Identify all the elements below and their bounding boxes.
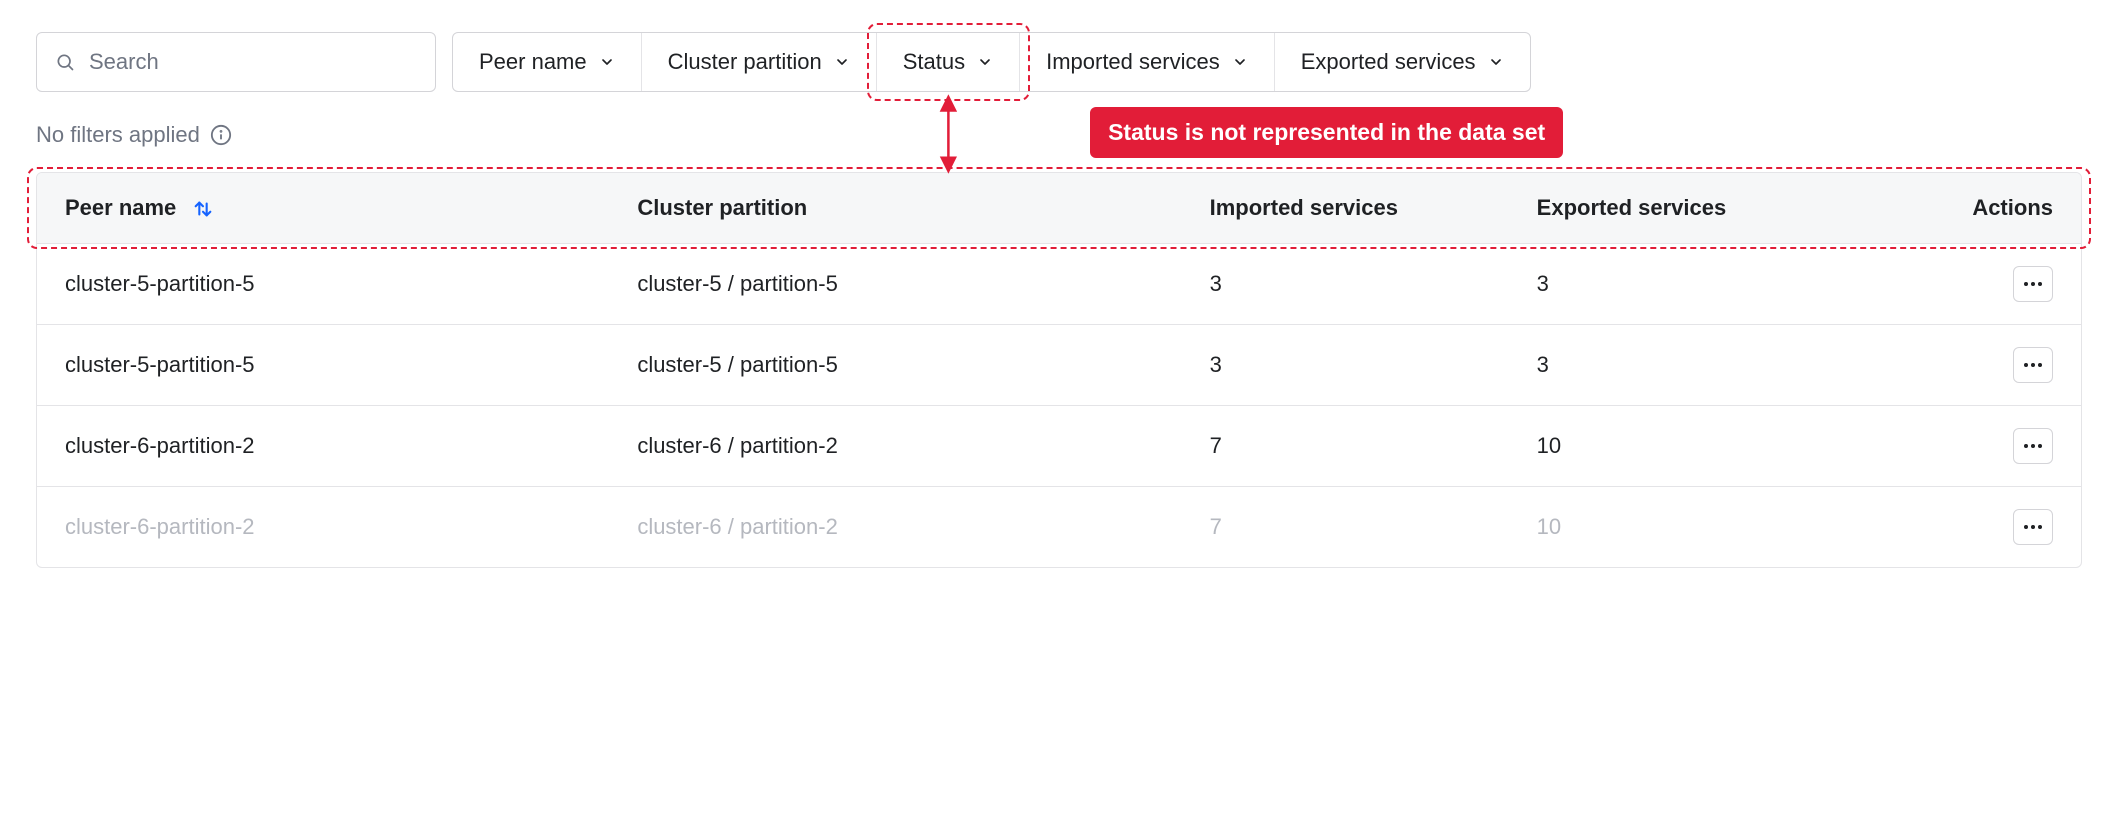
cell-peer-name: cluster-6-partition-2 [37, 486, 609, 567]
filter-status[interactable]: Status [877, 33, 1020, 91]
column-header-actions: Actions [1877, 173, 2081, 243]
cell-cluster-partition: cluster-6 / partition-2 [609, 405, 1181, 486]
cell-cluster-partition: cluster-5 / partition-5 [609, 324, 1181, 405]
filter-exported-services[interactable]: Exported services [1275, 33, 1530, 91]
column-header-exported[interactable]: Exported services [1509, 173, 1877, 243]
column-header-imported[interactable]: Imported services [1182, 173, 1509, 243]
chevron-down-icon [1488, 54, 1504, 70]
cell-peer-name: cluster-5-partition-5 [37, 324, 609, 405]
search-icon [55, 52, 75, 72]
more-horizontal-icon [2023, 281, 2043, 287]
cell-imported: 7 [1182, 486, 1509, 567]
cell-actions [1877, 243, 2081, 324]
filter-label: Imported services [1046, 49, 1220, 75]
filter-label: Status [903, 49, 965, 75]
search-input[interactable] [87, 48, 417, 76]
chevron-down-icon [1232, 54, 1248, 70]
row-actions-button[interactable] [2013, 509, 2053, 545]
filter-peer-name[interactable]: Peer name [453, 33, 642, 91]
table-row: cluster-6-partition-2cluster-6 / partiti… [37, 486, 2081, 567]
info-icon[interactable] [210, 124, 232, 146]
column-header-cluster-partition[interactable]: Cluster partition [609, 173, 1181, 243]
sort-arrows-icon [192, 198, 214, 220]
filter-dropdowns: Peer name Cluster partition Status Impor… [452, 32, 1531, 92]
filter-bar: Peer name Cluster partition Status Impor… [36, 32, 2082, 92]
table-row: cluster-5-partition-5cluster-5 / partiti… [37, 243, 2081, 324]
column-header-peer-name[interactable]: Peer name [37, 173, 609, 243]
more-horizontal-icon [2023, 524, 2043, 530]
cell-exported: 3 [1509, 243, 1877, 324]
cell-exported: 3 [1509, 324, 1877, 405]
cell-actions [1877, 324, 2081, 405]
cell-imported: 3 [1182, 324, 1509, 405]
table-row: cluster-5-partition-5cluster-5 / partiti… [37, 324, 2081, 405]
filter-cluster-partition[interactable]: Cluster partition [642, 33, 877, 91]
row-actions-button[interactable] [2013, 347, 2053, 383]
filter-status-line: No filters applied [36, 122, 2082, 148]
cell-actions [1877, 405, 2081, 486]
cell-imported: 7 [1182, 405, 1509, 486]
more-horizontal-icon [2023, 362, 2043, 368]
chevron-down-icon [599, 54, 615, 70]
cell-peer-name: cluster-6-partition-2 [37, 405, 609, 486]
more-horizontal-icon [2023, 443, 2043, 449]
row-actions-button[interactable] [2013, 428, 2053, 464]
filter-label: Exported services [1301, 49, 1476, 75]
table-row: cluster-6-partition-2cluster-6 / partiti… [37, 405, 2081, 486]
annotation-callout: Status is not represented in the data se… [1090, 107, 1563, 158]
filter-label: Cluster partition [668, 49, 822, 75]
cell-cluster-partition: cluster-6 / partition-2 [609, 486, 1181, 567]
cell-actions [1877, 486, 2081, 567]
cell-exported: 10 [1509, 405, 1877, 486]
filter-status-text: No filters applied [36, 122, 200, 148]
filter-imported-services[interactable]: Imported services [1020, 33, 1275, 91]
chevron-down-icon [834, 54, 850, 70]
peers-table: Peer name Cluster partition Imported ser… [36, 172, 2082, 568]
filter-label: Peer name [479, 49, 587, 75]
chevron-down-icon [977, 54, 993, 70]
cell-imported: 3 [1182, 243, 1509, 324]
row-actions-button[interactable] [2013, 266, 2053, 302]
cell-exported: 10 [1509, 486, 1877, 567]
search-input-wrapper[interactable] [36, 32, 436, 92]
cell-peer-name: cluster-5-partition-5 [37, 243, 609, 324]
cell-cluster-partition: cluster-5 / partition-5 [609, 243, 1181, 324]
